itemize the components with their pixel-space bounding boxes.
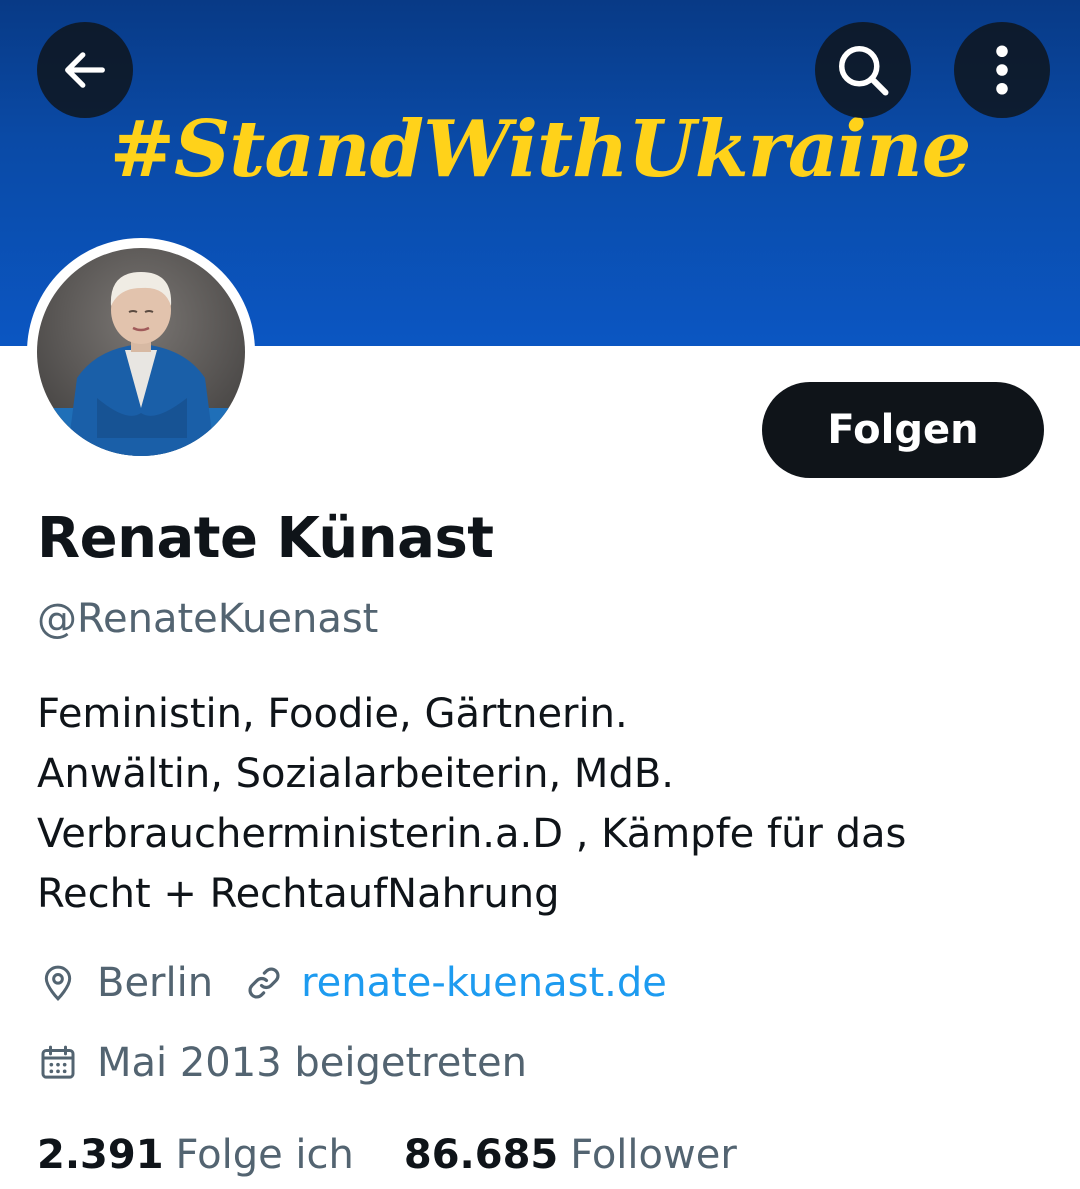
followers-stat[interactable]: 86.685 Follower	[404, 1132, 737, 1178]
profile-meta-location-website: Berlin renate-kuenast.de	[37, 960, 667, 1006]
link-icon	[243, 962, 285, 1004]
more-options-button[interactable]	[954, 22, 1050, 118]
more-vertical-icon	[996, 45, 1008, 95]
back-button[interactable]	[37, 22, 133, 118]
bio-line: Recht + RechtaufNahrung	[37, 871, 560, 917]
bio: Feministin, Foodie, Gärtnerin. Anwältin,…	[37, 684, 1047, 924]
avatar-photo	[37, 248, 245, 456]
bio-line: Verbraucherministerin.a.D , Kämpfe für d…	[37, 811, 907, 857]
avatar[interactable]	[37, 248, 245, 456]
display-name: Renate Künast	[37, 506, 494, 571]
arrow-left-icon	[65, 52, 105, 88]
avatar-frame	[27, 238, 255, 466]
bio-line: Anwältin, Sozialarbeiterin, MdB.	[37, 751, 674, 797]
following-count: 2.391	[37, 1132, 164, 1178]
followers-label: Follower	[570, 1132, 737, 1178]
joined-date: Mai 2013 beigetreten	[97, 1040, 527, 1086]
user-handle: @RenateKuenast	[37, 596, 379, 642]
location-pin-icon	[37, 962, 79, 1004]
follow-stats: 2.391 Folge ich 86.685 Follower	[37, 1132, 737, 1178]
banner-hashtag: #StandWithUkraine	[109, 104, 972, 195]
profile-meta-joined: Mai 2013 beigetreten	[37, 1040, 527, 1086]
website-link[interactable]: renate-kuenast.de	[301, 960, 667, 1006]
follow-button[interactable]: Folgen	[762, 382, 1044, 478]
search-button[interactable]	[815, 22, 911, 118]
bio-line: Feministin, Foodie, Gärtnerin.	[37, 691, 628, 737]
following-stat[interactable]: 2.391 Folge ich	[37, 1132, 354, 1178]
following-label: Folge ich	[175, 1132, 354, 1178]
location-text: Berlin	[97, 960, 214, 1006]
search-icon	[839, 46, 889, 96]
calendar-icon	[37, 1042, 79, 1084]
followers-count: 86.685	[403, 1132, 559, 1178]
